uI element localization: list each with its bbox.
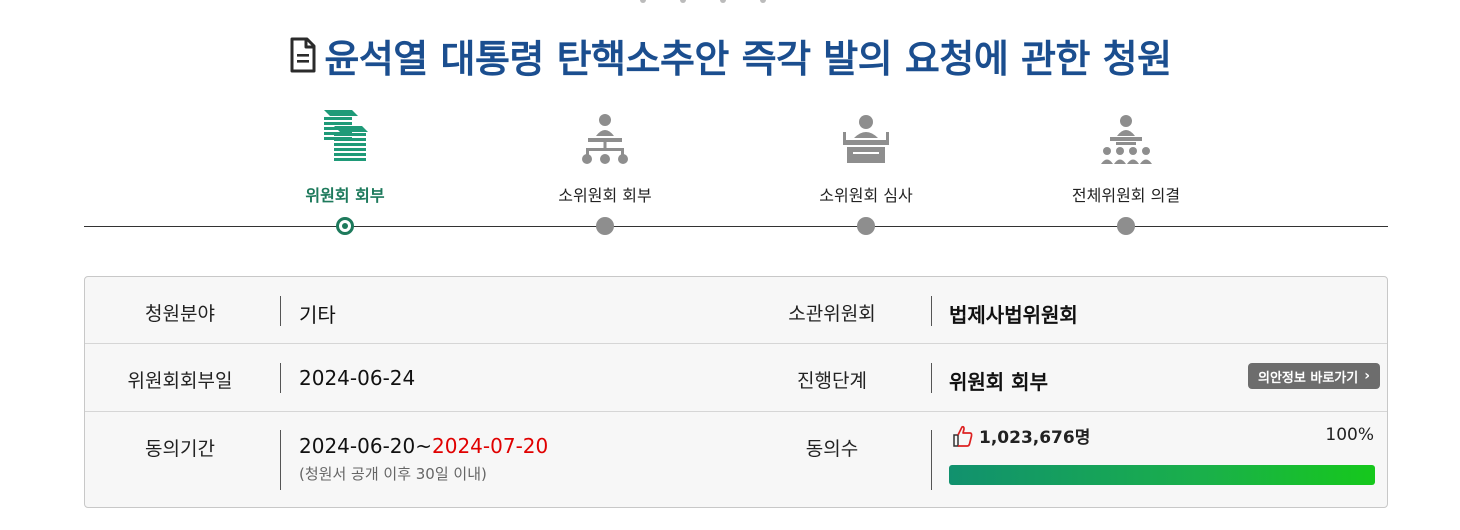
step-committee-referral: 위원회 회부 bbox=[245, 100, 445, 206]
org-chart-icon bbox=[582, 114, 628, 164]
agree-progress-bar bbox=[949, 465, 1375, 485]
field-value: 기타 bbox=[299, 303, 336, 327]
agree-period-label: 동의기간 bbox=[145, 438, 215, 460]
title-row: 윤석열 대통령 탄핵소추안 즉각 발의 요청에 관한 청원 bbox=[0, 30, 1460, 81]
divider bbox=[931, 430, 932, 490]
progress-steps: 위원회 회부 소위원회 회부 소위원회 심사 전체위원회 의결 bbox=[84, 100, 1388, 250]
step-marker-active bbox=[336, 217, 354, 235]
agree-period-value: 2024-06-20~2024-07-20 bbox=[299, 434, 548, 458]
agree-period-start: 2024-06-20 bbox=[299, 434, 416, 458]
agree-count-label: 동의수 bbox=[805, 438, 859, 460]
bill-info-link-label: 의안정보 바로가기 bbox=[1258, 370, 1359, 386]
plenary-meeting-icon bbox=[1101, 115, 1152, 164]
committee-value: 법제사법위원회 bbox=[949, 303, 1078, 327]
referral-date-label: 위원회회부일 bbox=[127, 370, 233, 392]
document-icon bbox=[290, 37, 316, 73]
step-label: 소위원회 회부 bbox=[558, 186, 652, 205]
thumbs-up-icon bbox=[953, 425, 973, 447]
divider bbox=[280, 430, 281, 490]
divider bbox=[280, 296, 281, 326]
info-row-agreement: 동의기간 2024-06-20~2024-07-20 (청원서 공개 이후 30… bbox=[85, 412, 1387, 507]
step-subcommittee-review: 소위원회 심사 bbox=[766, 100, 966, 206]
step-label: 소위원회 심사 bbox=[819, 186, 913, 205]
top-decoration bbox=[640, 0, 820, 4]
progress-track bbox=[84, 226, 1388, 227]
divider bbox=[931, 296, 932, 326]
step-plenary-resolution: 전체위원회 의결 bbox=[1026, 100, 1226, 206]
bill-info-link-button[interactable]: 의안정보 바로가기 › bbox=[1248, 363, 1380, 389]
divider bbox=[931, 363, 932, 393]
stage-value: 위원회 회부 bbox=[949, 370, 1048, 394]
agree-count: 1,023,676명 bbox=[951, 423, 1090, 448]
info-row-referral: 위원회회부일 2024-06-24 진행단계 위원회 회부 의안정보 바로가기 … bbox=[85, 344, 1387, 412]
info-row-field: 청원분야 기타 소관위원회 법제사법위원회 bbox=[85, 277, 1387, 344]
agree-period-tilde: ~ bbox=[415, 434, 432, 458]
step-subcommittee-referral: 소위원회 회부 bbox=[505, 100, 705, 206]
chevron-right-icon: › bbox=[1364, 368, 1370, 384]
agree-percent: 100% bbox=[1325, 425, 1374, 445]
step-marker bbox=[857, 217, 875, 235]
step-label: 전체위원회 의결 bbox=[1071, 186, 1181, 205]
agree-progress-fill bbox=[949, 465, 1375, 485]
step-marker bbox=[1117, 217, 1135, 235]
stage-label: 진행단계 bbox=[797, 370, 867, 392]
agree-count-value: 1,023,676명 bbox=[979, 428, 1091, 448]
step-marker bbox=[596, 217, 614, 235]
document-stack-icon bbox=[324, 110, 368, 161]
agree-period-end: 2024-07-20 bbox=[432, 434, 549, 458]
podium-speaker-icon bbox=[843, 115, 889, 163]
agree-period-note: (청원서 공개 이후 30일 이내) bbox=[299, 465, 487, 483]
field-label: 청원분야 bbox=[145, 303, 215, 325]
step-label: 위원회 회부 bbox=[305, 186, 385, 205]
page-title: 윤석열 대통령 탄핵소추안 즉각 발의 요청에 관한 청원 bbox=[324, 36, 1172, 81]
referral-date-value: 2024-06-24 bbox=[299, 366, 416, 390]
committee-label: 소관위원회 bbox=[788, 303, 876, 325]
divider bbox=[280, 363, 281, 393]
petition-info-table: 청원분야 기타 소관위원회 법제사법위원회 위원회회부일 2024-06-24 … bbox=[84, 276, 1388, 508]
